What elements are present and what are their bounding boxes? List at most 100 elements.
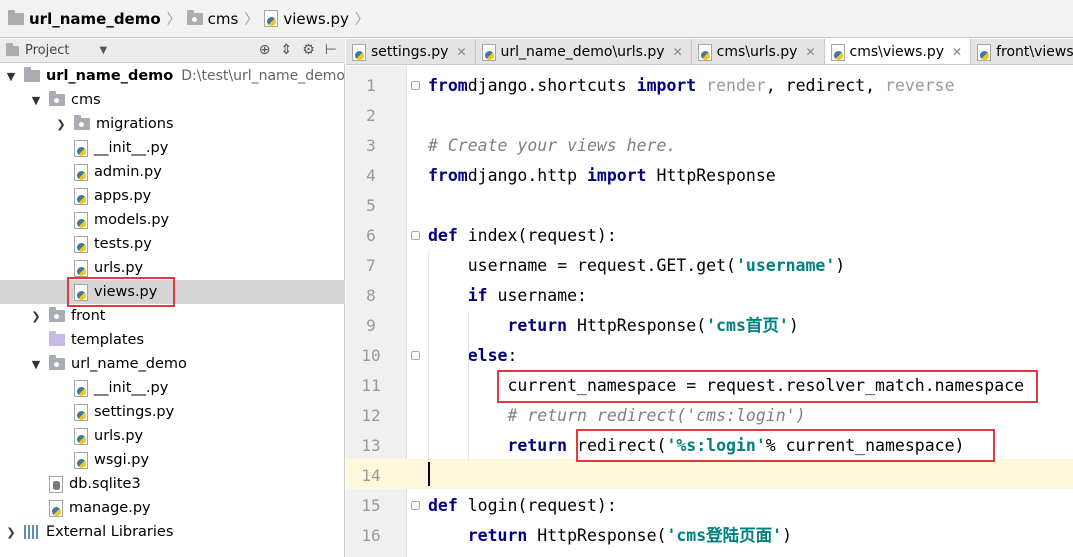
tree-item[interactable]: db.sqlite3	[0, 472, 345, 496]
close-icon[interactable]: ✕	[673, 45, 683, 59]
line-number: 10	[361, 346, 381, 365]
close-icon[interactable]: ✕	[805, 45, 815, 59]
code-line: return HttpResponse('cms首页')	[507, 316, 799, 335]
chevron-right-icon: 〉	[166, 11, 181, 28]
fold-icon[interactable]	[411, 501, 420, 510]
tree-item[interactable]: models.py	[0, 208, 345, 232]
line-number: 16	[361, 526, 381, 545]
editor-tab-label: cms\views.py	[849, 44, 945, 60]
package-folder-icon	[49, 307, 65, 322]
line-number: 8	[366, 286, 376, 305]
editor-tab[interactable]: settings.py ✕	[346, 39, 476, 64]
code-line: if username:	[467, 286, 587, 305]
chevron-right-icon[interactable]: ❯	[29, 310, 43, 323]
tree-item-label: admin.py	[94, 164, 162, 180]
tree-item[interactable]: __init__.py	[0, 136, 345, 160]
tree-item[interactable]: ❯ front	[0, 304, 345, 328]
tree-item-label: models.py	[94, 212, 170, 228]
tree-item[interactable]: apps.py	[0, 184, 345, 208]
tree-item[interactable]: ❯ External Libraries	[0, 520, 345, 544]
python-file-icon	[481, 43, 496, 61]
editor-tab[interactable]: cms\urls.py ✕	[692, 39, 825, 64]
database-file-icon	[49, 475, 63, 493]
package-folder-icon	[49, 355, 65, 370]
python-file-icon	[49, 499, 63, 517]
tree-item-label: tests.py	[94, 236, 152, 252]
dropdown-arrow-icon[interactable]: ▼	[99, 45, 107, 56]
chevron-right-icon: 〉	[244, 11, 259, 28]
fold-icon[interactable]	[411, 351, 420, 360]
python-file-icon	[74, 139, 88, 157]
chevron-down-icon[interactable]: ▼	[4, 70, 18, 83]
tree-item[interactable]: admin.py	[0, 160, 345, 184]
code-line: # Create your views here.	[428, 136, 677, 155]
fold-icon[interactable]	[411, 81, 420, 90]
line-number: 4	[366, 166, 376, 185]
tree-item[interactable]: wsgi.py	[0, 448, 345, 472]
tree-item-path: D:\test\url_name_demo	[181, 68, 345, 84]
code-line: fromdjango.shortcuts import render, redi…	[428, 76, 955, 95]
python-file-icon	[74, 235, 88, 253]
tree-item[interactable]: views.py	[0, 280, 345, 304]
locate-icon[interactable]: ⊕	[259, 42, 271, 58]
line-number: 6	[366, 226, 376, 245]
tree-item-label: views.py	[94, 284, 158, 300]
indent-guide	[428, 251, 429, 461]
breadcrumb-item-views[interactable]: views.py	[264, 0, 349, 38]
fold-icon[interactable]	[411, 231, 420, 240]
tree-item[interactable]: ❯ migrations	[0, 112, 345, 136]
gear-icon[interactable]: ⚙	[302, 42, 315, 58]
tree-item[interactable]: ▼ url_name_demo	[0, 352, 345, 376]
chevron-right-icon: 〉	[354, 11, 369, 28]
editor-tab[interactable]: front\views✕	[971, 39, 1073, 64]
project-panel-title[interactable]: Project	[25, 43, 69, 58]
project-tree: ▼ url_name_demo D:\test\url_name_demo ▼ cms ❯…	[0, 64, 345, 557]
breadcrumb-item-project[interactable]: url_name_demo	[8, 0, 161, 38]
tree-item[interactable]: templates	[0, 328, 345, 352]
line-number: 9	[366, 316, 376, 335]
tree-item[interactable]: __init__.py	[0, 376, 345, 400]
tree-item-label: url_name_demo	[71, 356, 187, 372]
package-folder-icon	[49, 91, 65, 106]
code-line: def login(request):	[428, 496, 617, 515]
tree-item[interactable]: urls.py	[0, 256, 345, 280]
python-file-icon	[697, 43, 712, 61]
templates-folder-icon	[49, 331, 65, 346]
line-number: 11	[361, 376, 381, 395]
python-file-icon	[830, 43, 845, 61]
tree-item[interactable]: tests.py	[0, 232, 345, 256]
editor-tabs: settings.py ✕ url_name_demo\urls.py ✕ cms\ur…	[346, 39, 1073, 65]
breadcrumb-item-cms[interactable]: cms	[186, 0, 238, 38]
close-icon[interactable]: ✕	[952, 45, 962, 59]
editor-tab[interactable]: cms\views.py ✕	[824, 39, 972, 64]
code-line: else:	[467, 346, 518, 365]
line-number: 7	[366, 256, 376, 275]
current-line-highlight	[346, 459, 1073, 489]
python-file-icon	[74, 283, 88, 301]
tree-item[interactable]: manage.py	[0, 496, 345, 520]
collapse-all-icon[interactable]: ⇕	[281, 42, 293, 58]
library-icon	[24, 525, 40, 539]
code-line: # return redirect('cms:login')	[507, 406, 806, 425]
tree-item[interactable]: ▼ url_name_demo D:\test\url_name_demo	[0, 64, 345, 88]
tree-item[interactable]: ▼ cms	[0, 88, 345, 112]
python-file-icon	[74, 163, 88, 181]
chevron-down-icon[interactable]: ▼	[29, 94, 43, 107]
editor-tab-label: cms\urls.py	[716, 44, 798, 60]
editor-tab-label: front\views	[996, 44, 1073, 60]
tree-item[interactable]: settings.py	[0, 400, 345, 424]
tree-item-label: manage.py	[69, 500, 151, 516]
python-file-icon	[977, 43, 992, 61]
hide-panel-icon[interactable]: ⊢	[325, 42, 337, 58]
tree-item[interactable]: urls.py	[0, 424, 345, 448]
python-file-icon	[74, 259, 88, 277]
editor-tab[interactable]: url_name_demo\urls.py ✕	[476, 39, 692, 64]
tree-item-label: settings.py	[94, 404, 175, 420]
chevron-down-icon[interactable]: ▼	[29, 358, 43, 371]
chevron-right-icon[interactable]: ❯	[54, 118, 68, 131]
close-icon[interactable]: ✕	[456, 45, 466, 59]
tree-item-label: migrations	[96, 116, 174, 132]
python-file-icon	[74, 187, 88, 205]
breadcrumb: url_name_demo 〉 cms 〉 views.py 〉	[0, 0, 1073, 38]
chevron-right-icon[interactable]: ❯	[4, 526, 18, 539]
